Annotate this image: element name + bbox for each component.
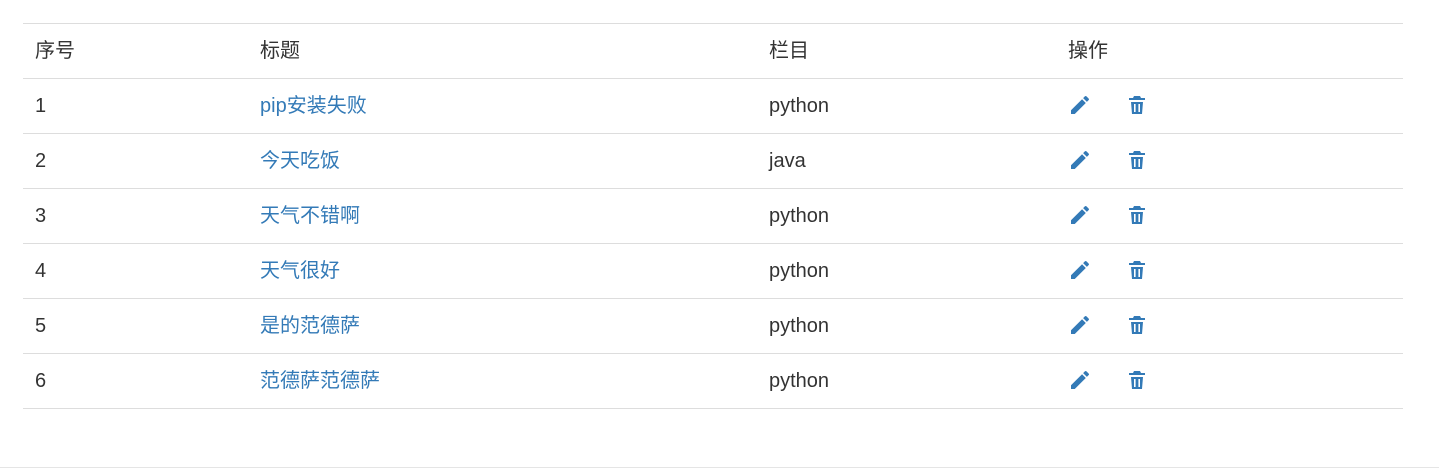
row-column: python <box>769 315 830 337</box>
row-column: python <box>769 95 830 117</box>
trash-icon[interactable] <box>1125 368 1149 392</box>
table-row: 6 范德萨范德萨 python <box>23 354 1403 409</box>
article-title-link[interactable]: 今天吃饭 <box>260 150 340 172</box>
pencil-icon[interactable] <box>1068 93 1092 117</box>
table-row: 3 天气不错啊 python <box>23 189 1403 244</box>
header-column: 栏目 <box>769 40 809 62</box>
article-title-link[interactable]: 天气很好 <box>260 260 340 282</box>
row-index: 3 <box>35 205 47 227</box>
row-index: 2 <box>35 150 47 172</box>
pencil-icon[interactable] <box>1068 313 1092 337</box>
table-body: 1 pip安装失败 python 2 今天吃饭 java 3 天气不错啊 python 4 天气很好… <box>23 79 1403 409</box>
article-table: 序号 标题 栏目 操作 1 pip安装失败 python 2 今天吃饭 java 3 天气不错… <box>23 23 1403 409</box>
header-index: 序号 <box>35 40 75 62</box>
article-title-link[interactable]: 是的范德萨 <box>260 315 360 337</box>
trash-icon[interactable] <box>1125 258 1149 282</box>
trash-icon[interactable] <box>1125 148 1149 172</box>
table-header-row: 序号 标题 栏目 操作 <box>23 24 1403 79</box>
pencil-icon[interactable] <box>1068 258 1092 282</box>
header-actions: 操作 <box>1068 40 1108 62</box>
pencil-icon[interactable] <box>1068 148 1092 172</box>
article-title-link[interactable]: 范德萨范德萨 <box>260 370 380 392</box>
table-row: 2 今天吃饭 java <box>23 134 1403 189</box>
row-index: 5 <box>35 315 47 337</box>
trash-icon[interactable] <box>1125 203 1149 227</box>
row-column: java <box>769 150 806 172</box>
table-row: 4 天气很好 python <box>23 244 1403 299</box>
article-title-link[interactable]: 天气不错啊 <box>260 205 360 227</box>
row-column: python <box>769 370 830 392</box>
pencil-icon[interactable] <box>1068 368 1092 392</box>
table-row: 1 pip安装失败 python <box>23 79 1403 134</box>
row-index: 4 <box>35 260 47 282</box>
row-column: python <box>769 205 830 227</box>
trash-icon[interactable] <box>1125 313 1149 337</box>
row-index: 6 <box>35 370 47 392</box>
pencil-icon[interactable] <box>1068 203 1092 227</box>
row-column: python <box>769 260 830 282</box>
header-title: 标题 <box>260 40 300 62</box>
bottom-divider <box>0 467 1439 468</box>
table-row: 5 是的范德萨 python <box>23 299 1403 354</box>
article-title-link[interactable]: pip安装失败 <box>260 95 367 117</box>
trash-icon[interactable] <box>1125 93 1149 117</box>
row-index: 1 <box>35 95 47 117</box>
